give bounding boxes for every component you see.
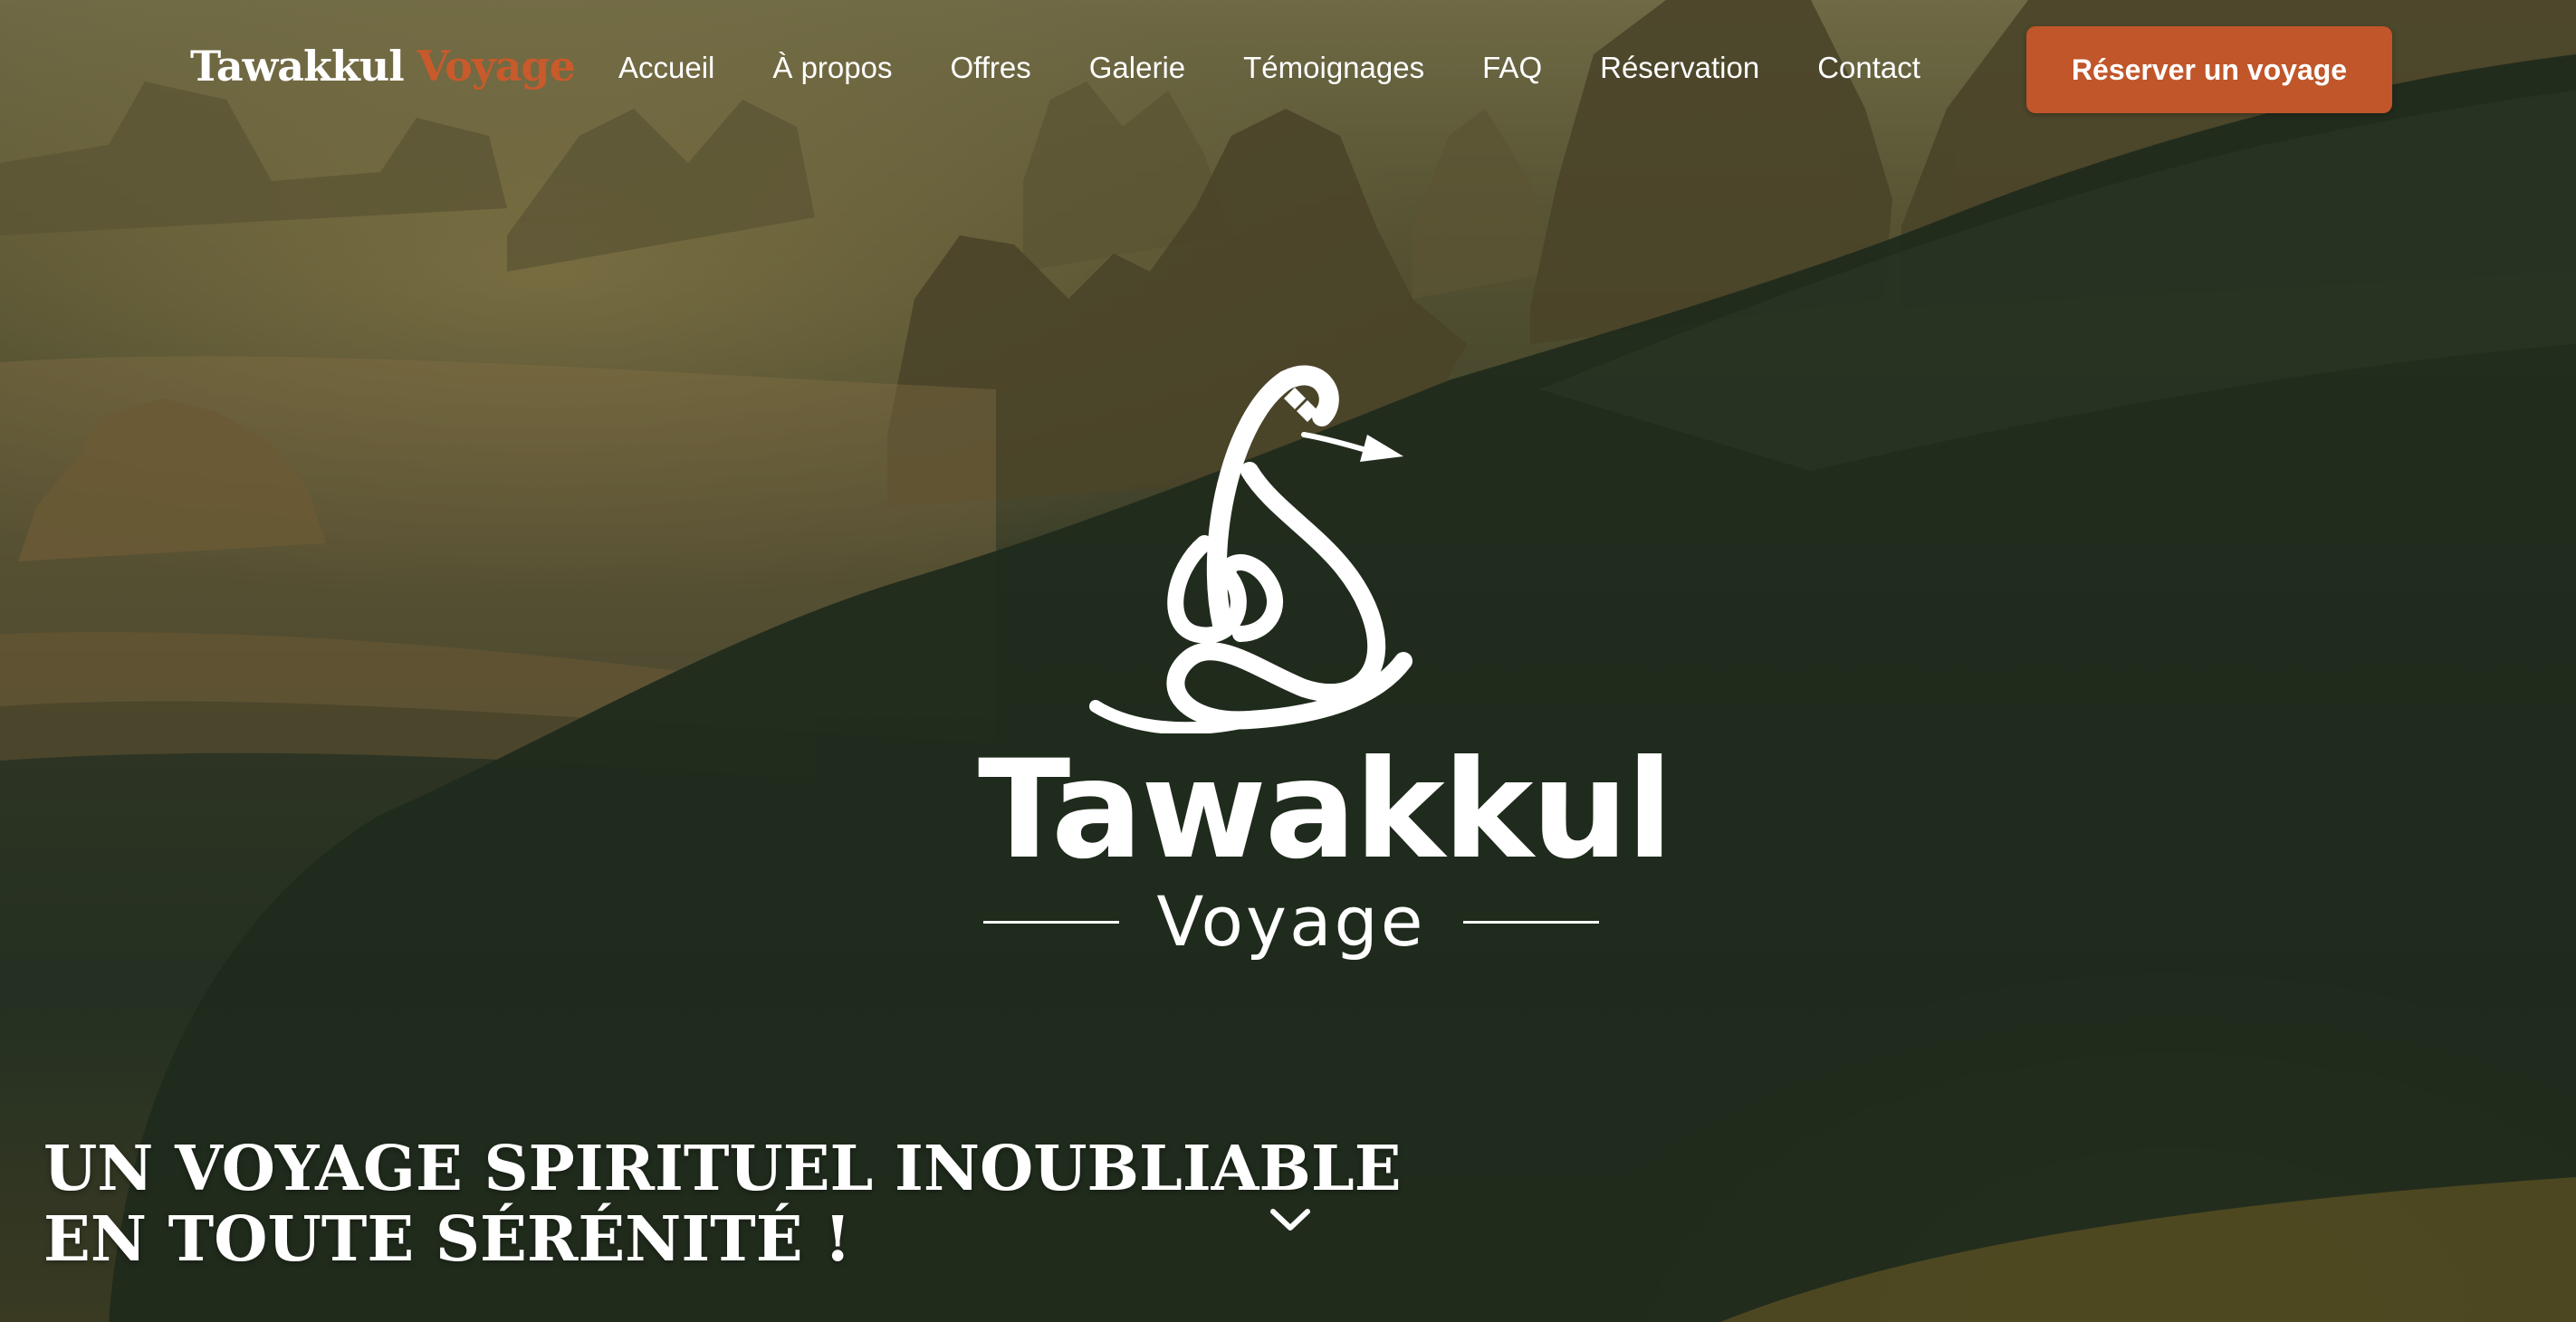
calligraphy-emblem-icon: [1089, 365, 1412, 733]
center-logo: Tawakkul Voyage: [978, 362, 1673, 960]
divider-line-right: [1462, 920, 1599, 924]
hero-section: Tawakkul Voyage Accueil À propos Offres …: [0, 0, 2576, 1322]
headline-line-1: UN VOYAGE SPIRITUEL INOUBLIABLE: [43, 1133, 1402, 1205]
scroll-down-button[interactable]: [1268, 1202, 1313, 1239]
brand-logo[interactable]: Tawakkul Voyage: [190, 42, 576, 91]
nav-link-contact[interactable]: Contact: [1817, 51, 1920, 85]
nav-link-temoignages[interactable]: Témoignages: [1243, 51, 1424, 85]
nav-link-a-propos[interactable]: À propos: [772, 51, 892, 85]
nav-link-galerie[interactable]: Galerie: [1089, 51, 1185, 85]
brand-name: Tawakkul: [190, 42, 405, 91]
book-trip-button[interactable]: Réserver un voyage: [2026, 26, 2392, 113]
navbar: Tawakkul Voyage Accueil À propos Offres …: [0, 0, 2576, 138]
nav-link-offres[interactable]: Offres: [950, 51, 1030, 85]
logo-subtitle: Voyage: [1156, 881, 1426, 962]
hero-headline: UN VOYAGE SPIRITUEL INOUBLIABLE EN TOUTE…: [43, 1134, 1402, 1275]
logo-wordmark: Tawakkul: [978, 732, 1673, 889]
nav-links: Accueil À propos Offres Galerie Témoigna…: [618, 51, 1920, 85]
logo-subtitle-row: Voyage: [983, 886, 1599, 958]
nav-link-accueil[interactable]: Accueil: [618, 51, 714, 85]
headline-line-2: EN TOUTE SÉRÉNITÉ !: [43, 1203, 852, 1276]
nav-link-reservation[interactable]: Réservation: [1600, 51, 1759, 85]
divider-line-left: [983, 920, 1119, 924]
chevron-down-icon: [1270, 1209, 1310, 1231]
brand-accent: Voyage: [417, 42, 576, 91]
nav-link-faq[interactable]: FAQ: [1482, 51, 1542, 85]
